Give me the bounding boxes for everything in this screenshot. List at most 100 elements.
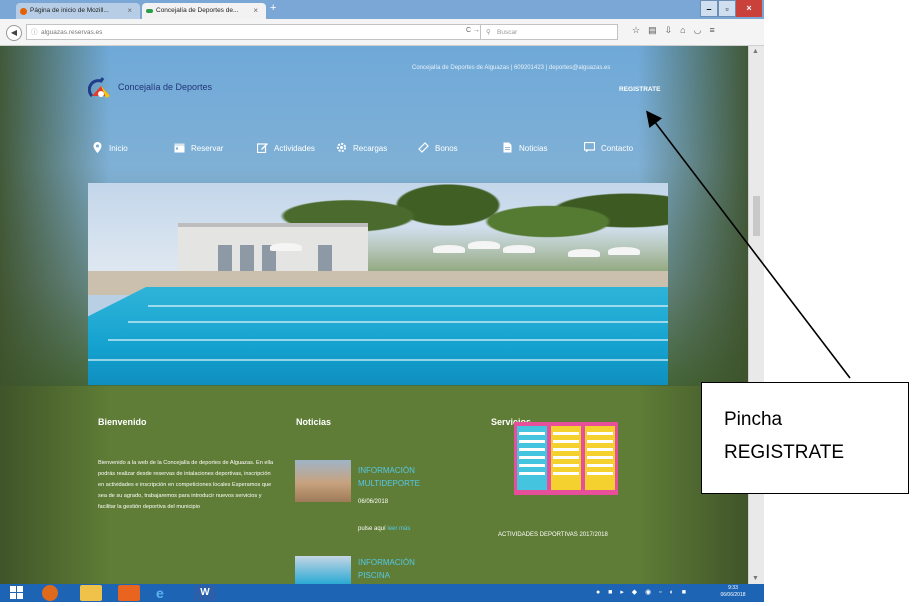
vertical-scrollbar[interactable]: ▲ ▼ xyxy=(748,46,764,584)
download-icon[interactable]: ⇩ xyxy=(665,25,681,35)
news-thumbnail[interactable] xyxy=(295,460,351,502)
news-title-line: PISCINA xyxy=(358,571,391,580)
poster-row xyxy=(553,432,579,435)
bookmark-star-icon[interactable]: ☆ xyxy=(632,25,648,35)
scroll-thumb[interactable] xyxy=(753,196,760,236)
poster-row xyxy=(553,440,579,443)
pool-lane xyxy=(128,321,668,323)
menu-item-noticias[interactable]: Noticias xyxy=(502,141,547,157)
callout-line: Pincha xyxy=(724,409,783,430)
services-caption[interactable]: ACTIVIDADES DEPORTIVAS 2017/2018 xyxy=(498,532,608,538)
pool-lane xyxy=(108,339,668,341)
menu-label: Noticias xyxy=(519,144,548,153)
main-menu: Inicio Reservar Actividades Recargas Bon… xyxy=(92,141,652,157)
word-icon[interactable]: W xyxy=(194,585,216,601)
ticket-icon xyxy=(418,142,429,153)
info-icon: ⓘ xyxy=(31,29,38,36)
menu-label: Reservar xyxy=(191,144,224,153)
close-tab-icon[interactable]: × xyxy=(127,3,132,19)
news-heading: Noticias xyxy=(296,417,332,427)
news-title[interactable]: INFORMACIÓN MULTIDEPORTE xyxy=(358,464,420,490)
navigation-toolbar: ◀ ⓘ alguazas.reservas.es C → ⚲ Buscar ☆▤… xyxy=(0,19,764,46)
menu-item-reservar[interactable]: Reservar xyxy=(174,141,223,157)
menu-item-recargas[interactable]: Recargas xyxy=(336,141,387,157)
internet-explorer-icon[interactable]: e xyxy=(156,585,178,601)
pool-lane xyxy=(88,359,668,361)
tab-concejalia[interactable]: Concejalía de Deportes de... × xyxy=(142,3,266,19)
menu-label: Inicio xyxy=(109,144,128,153)
news-title-line: INFORMACIÓN xyxy=(358,558,415,567)
minimize-button[interactable]: – xyxy=(700,0,718,17)
poster-row xyxy=(553,464,579,467)
browser-window: Página de inicio de Mozill... × Concejal… xyxy=(0,0,764,602)
search-icon: ⚲ xyxy=(486,29,491,36)
url-text: alguazas.reservas.es xyxy=(41,29,103,36)
services-poster[interactable] xyxy=(514,422,618,495)
parasol xyxy=(468,241,500,249)
building-window xyxy=(318,245,332,271)
poster-row xyxy=(587,464,613,467)
building-window xyxy=(240,245,254,271)
register-link[interactable]: REGISTRATE xyxy=(619,86,660,93)
parasol xyxy=(270,243,302,251)
pool-banner-image xyxy=(88,183,668,385)
close-window-button[interactable]: × xyxy=(736,0,762,17)
web-page: Concejalía de Deportes Concejalía de Dep… xyxy=(0,46,748,584)
poster-row xyxy=(519,472,545,475)
document-icon xyxy=(503,142,512,153)
toolbar-icons: ☆▤⇩⌂◡≡ xyxy=(632,25,723,36)
logo-mark-icon xyxy=(88,77,110,98)
menu-item-inicio[interactable]: Inicio xyxy=(92,141,128,157)
welcome-heading: Bienvenido xyxy=(98,417,147,427)
poster-row xyxy=(587,440,613,443)
news-title[interactable]: INFORMACIÓN PISCINA xyxy=(358,556,415,582)
search-placeholder: Buscar xyxy=(497,29,518,36)
read-more-link[interactable]: leer más xyxy=(387,526,410,532)
maximize-button[interactable]: ▫ xyxy=(718,0,736,17)
menu-item-actividades[interactable]: Actividades xyxy=(257,141,315,157)
gear-icon xyxy=(336,142,347,153)
menu-item-contacto[interactable]: Contacto xyxy=(584,141,633,157)
firefox-taskbar-icon[interactable] xyxy=(42,585,58,601)
menu-item-bonos[interactable]: Bonos xyxy=(418,141,458,157)
windows-start-icon[interactable] xyxy=(6,585,28,601)
poster-row xyxy=(519,448,545,451)
poster-row xyxy=(553,456,579,459)
tab-bar: Página de inicio de Mozill... × Concejal… xyxy=(0,0,764,19)
callout-line: REGISTRATE xyxy=(724,442,844,463)
callout-text: Pincha REGISTRATE xyxy=(724,403,904,469)
news-thumbnail[interactable] xyxy=(295,556,351,584)
parasol xyxy=(503,245,535,253)
tab-label: Página de inicio de Mozill... xyxy=(30,7,109,14)
taskbar-clock[interactable]: 9:33 06/06/2018 xyxy=(712,585,754,599)
poster-row xyxy=(587,472,613,475)
chat-icon xyxy=(584,142,595,153)
contact-info: Concejalía de Deportes de Alguazas | 609… xyxy=(412,65,611,71)
calendar-icon xyxy=(174,143,185,153)
poster-column xyxy=(585,426,615,490)
menu-label: Actividades xyxy=(274,144,315,153)
reading-list-icon[interactable]: ▤ xyxy=(648,25,665,35)
close-tab-icon[interactable]: × xyxy=(253,3,258,19)
tab-mozilla-home[interactable]: Página de inicio de Mozill... × xyxy=(16,3,140,19)
clock-time: 9:33 xyxy=(728,585,738,591)
back-button[interactable]: ◀ xyxy=(6,25,22,41)
poster-row xyxy=(519,464,545,467)
building-window xyxy=(218,245,232,271)
scroll-down-icon[interactable]: ▼ xyxy=(752,575,759,582)
parasol xyxy=(608,247,640,255)
logo-text: Concejalía de Deportes xyxy=(118,82,213,92)
search-input[interactable]: ⚲ Buscar xyxy=(480,24,618,40)
scroll-up-icon[interactable]: ▲ xyxy=(752,48,759,55)
pocket-icon[interactable]: ◡ xyxy=(694,25,710,35)
system-tray[interactable]: ● ■ ▸ ◆ ◉ ▫ ◐ ■ xyxy=(596,588,689,596)
file-explorer-icon[interactable] xyxy=(80,585,102,601)
menu-icon[interactable]: ≡ xyxy=(709,25,722,35)
location-pin-icon xyxy=(93,142,102,153)
new-tab-button[interactable]: + xyxy=(270,2,276,14)
windows-taskbar: e W ● ■ ▸ ◆ ◉ ▫ ◐ ■ 9:33 06/06/2018 xyxy=(0,584,764,602)
home-icon[interactable]: ⌂ xyxy=(680,25,693,35)
outlook-icon[interactable] xyxy=(118,585,140,601)
url-bar[interactable]: ⓘ alguazas.reservas.es xyxy=(26,24,496,40)
news-date: 06/06/2018 xyxy=(358,499,389,505)
